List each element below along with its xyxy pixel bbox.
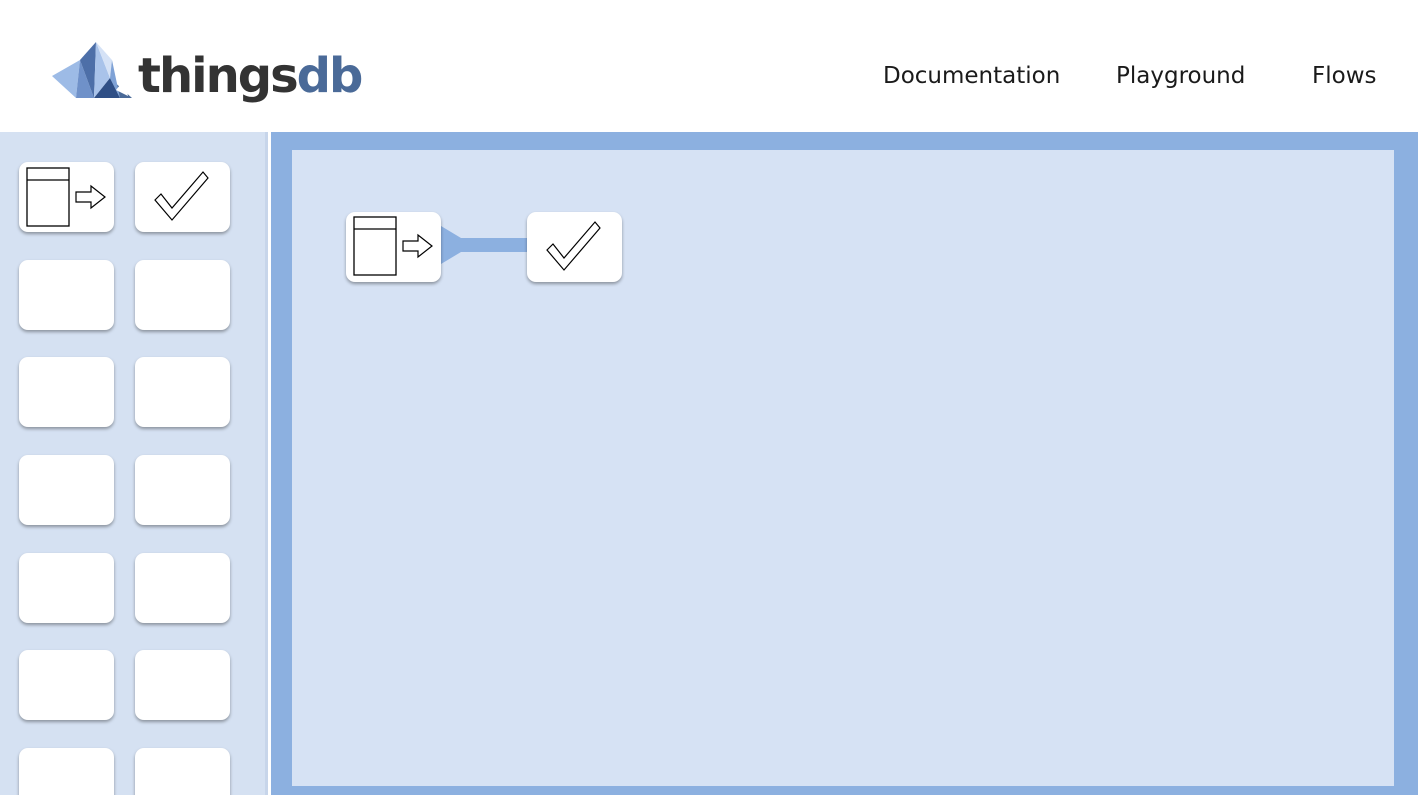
checkmark-icon [546,221,601,271]
palette-tile-empty[interactable] [19,455,114,525]
palette-tile-empty[interactable] [135,650,230,720]
top-header: thingsdb Documentation Playground Flows [0,0,1418,132]
flow-canvas-frame [271,132,1418,795]
palette-tile-empty[interactable] [135,553,230,623]
palette-tile-empty[interactable] [19,357,114,427]
nav-playground-link[interactable]: Playground [1116,60,1245,92]
palette-tile-check[interactable] [135,162,230,232]
palette-tile-empty[interactable] [135,260,230,330]
flow-connector[interactable] [441,226,527,268]
main-nav: Documentation Playground Flows [0,60,1418,92]
palette-tile-empty[interactable] [135,748,230,795]
flow-canvas[interactable] [292,150,1394,786]
entry-arrow-icon [353,216,433,276]
nav-flows-link[interactable]: Flows [1312,60,1377,92]
flow-node-end[interactable] [527,212,622,282]
palette-tile-empty[interactable] [19,650,114,720]
entry-arrow-icon [26,167,106,227]
palette-tile-entry[interactable] [19,162,114,232]
palette-tile-empty[interactable] [19,748,114,795]
palette-tile-empty[interactable] [135,455,230,525]
palette-tile-empty[interactable] [19,553,114,623]
flow-node-start[interactable] [346,212,441,282]
node-palette-sidebar[interactable] [0,132,268,795]
palette-tile-empty[interactable] [135,357,230,427]
checkmark-icon [154,171,209,221]
nav-documentation-link[interactable]: Documentation [883,60,1060,92]
palette-tile-empty[interactable] [19,260,114,330]
